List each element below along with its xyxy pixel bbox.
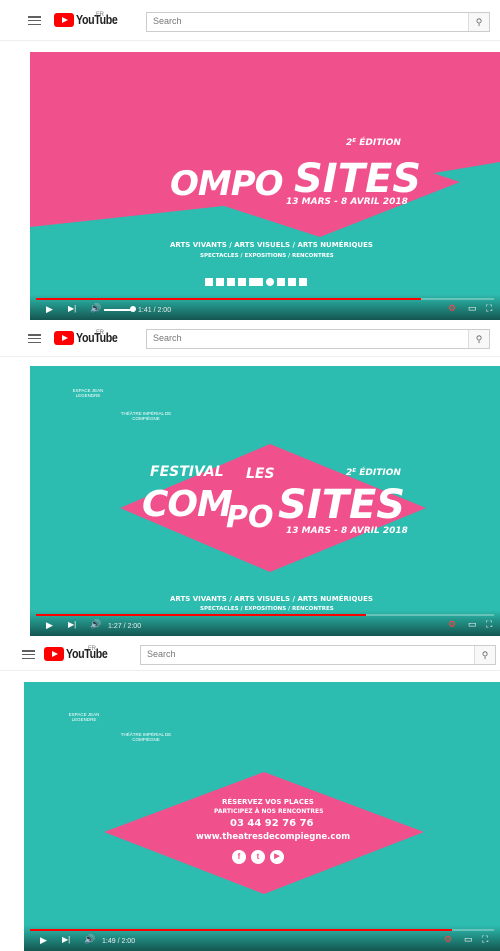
edition-label: 2ᴱ ÉDITION xyxy=(346,138,401,148)
settings-icon[interactable]: ⚙ xyxy=(448,303,456,314)
partner-logos xyxy=(205,278,307,286)
youtube-play-icon xyxy=(54,13,74,27)
player-controls: ▶ ▶| 🔊 1:49 / 2:00 ⚙ ▭ ⛶ xyxy=(24,925,500,951)
theater-mode-icon[interactable]: ▭ xyxy=(468,619,477,630)
region-label: FR xyxy=(88,646,96,652)
dates-label: 13 MARS - 8 AVRIL 2018 xyxy=(286,526,408,536)
hamburger-menu-icon[interactable] xyxy=(28,334,41,344)
video-artwork xyxy=(104,772,424,894)
progress-bar[interactable] xyxy=(36,298,494,300)
tagline-primary: ARTS VIVANTS / ARTS VISUELS / ARTS NUMÉR… xyxy=(170,241,373,249)
settings-icon[interactable]: ⚙ xyxy=(448,619,456,630)
screenshot-frame-3: YouTube FR Search ⚲ ESPACE JEAN LEGENDRE… xyxy=(0,638,500,951)
time-display: 1:27 / 2:00 xyxy=(108,623,142,630)
website-url[interactable]: www.theatresdecompiegne.com xyxy=(196,832,350,842)
fullscreen-icon[interactable]: ⛶ xyxy=(482,934,488,945)
masthead: YouTube FR Search ⚲ xyxy=(0,320,500,357)
search-input[interactable]: Search ⚲ xyxy=(140,645,496,665)
logo-espace-jean-legendre: ESPACE JEAN LEGENDRE xyxy=(68,712,100,722)
next-icon[interactable]: ▶| xyxy=(68,304,76,313)
fullscreen-icon[interactable]: ⛶ xyxy=(486,303,492,314)
region-label: FR xyxy=(96,12,104,18)
tagline-secondary: SPECTACLES / EXPOSITIONS / RENCONTRES xyxy=(200,253,334,259)
volume-slider[interactable] xyxy=(104,309,132,311)
logo-theatre-imperial: THÉÂTRE IMPÉRIAL DE COMPIÈGNE xyxy=(120,411,172,421)
edition-label: 2ᴱ ÉDITION xyxy=(346,468,401,478)
region-label: FR xyxy=(96,330,104,336)
theater-mode-icon[interactable]: ▭ xyxy=(464,934,473,945)
search-input[interactable]: Search ⚲ xyxy=(146,12,490,32)
volume-handle[interactable] xyxy=(130,306,136,312)
player-controls: ▶ ▶| 🔊 1:41 / 2:00 ⚙ ▭ ⛶ xyxy=(30,294,500,320)
facebook-icon[interactable]: f xyxy=(232,850,246,864)
fullscreen-icon[interactable]: ⛶ xyxy=(486,619,492,630)
progress-bar[interactable] xyxy=(36,614,494,616)
screenshot-frame-1: YouTube FR Search ⚲ 2ᴱ ÉDITION OMPO SITE… xyxy=(0,0,500,320)
youtube-icon[interactable]: ▶ xyxy=(270,850,284,864)
masthead: YouTube FR Search ⚲ xyxy=(0,0,500,41)
screenshot-frame-2: YouTube FR Search ⚲ ESPACE JEAN LEGENDRE… xyxy=(0,320,500,638)
meetings-label: PARTICIPEZ À NOS RENCONTRES xyxy=(214,808,324,815)
volume-icon[interactable]: 🔊 xyxy=(90,303,101,314)
youtube-play-icon xyxy=(44,647,64,661)
volume-icon[interactable]: 🔊 xyxy=(90,619,101,630)
logo-theatre-imperial: THÉÂTRE IMPÉRIAL DE COMPIÈGNE xyxy=(120,732,172,742)
next-icon[interactable]: ▶| xyxy=(62,935,70,944)
settings-icon[interactable]: ⚙ xyxy=(444,934,452,945)
youtube-logo[interactable]: YouTube xyxy=(54,13,125,27)
title-right: SITES xyxy=(278,482,406,528)
dates-label: 13 MARS - 8 AVRIL 2018 xyxy=(286,197,408,207)
search-icon[interactable]: ⚲ xyxy=(468,13,489,31)
youtube-logo[interactable]: YouTube xyxy=(54,331,125,345)
hamburger-menu-icon[interactable] xyxy=(28,16,41,26)
phone-number: 03 44 92 76 76 xyxy=(230,818,314,829)
les-label: LES xyxy=(246,466,275,482)
player-controls: ▶ ▶| 🔊 1:27 / 2:00 ⚙ ▭ ⛶ xyxy=(30,610,500,636)
play-icon[interactable]: ▶ xyxy=(46,620,53,631)
theater-mode-icon[interactable]: ▭ xyxy=(468,303,477,314)
play-icon[interactable]: ▶ xyxy=(46,304,53,315)
title-right: SITES xyxy=(294,156,422,202)
volume-icon[interactable]: 🔊 xyxy=(84,934,95,945)
reservation-label: RÉSERVEZ VOS PLACES xyxy=(222,798,314,806)
progress-bar[interactable] xyxy=(30,929,494,931)
search-icon[interactable]: ⚲ xyxy=(474,646,495,664)
logo-espace-jean-legendre: ESPACE JEAN LEGENDRE xyxy=(72,388,104,398)
twitter-icon[interactable]: t xyxy=(251,850,265,864)
play-icon[interactable]: ▶ xyxy=(40,935,47,946)
video-player[interactable]: ESPACE JEAN LEGENDRE THÉÂTRE IMPÉRIAL DE… xyxy=(30,366,500,636)
youtube-logo[interactable]: YouTube xyxy=(44,647,115,661)
hamburger-menu-icon[interactable] xyxy=(22,650,35,660)
masthead: YouTube FR Search ⚲ xyxy=(0,638,500,671)
social-icons: f t ▶ xyxy=(232,850,284,864)
title-mid: PO xyxy=(226,500,274,535)
next-icon[interactable]: ▶| xyxy=(68,620,76,629)
search-icon[interactable]: ⚲ xyxy=(468,330,489,348)
tagline-primary: ARTS VIVANTS / ARTS VISUELS / ARTS NUMÉR… xyxy=(170,595,373,603)
time-display: 1:41 / 2:00 xyxy=(138,307,172,314)
youtube-play-icon xyxy=(54,331,74,345)
title-left: OMPO xyxy=(170,164,284,204)
festival-label: FESTIVAL xyxy=(150,464,224,480)
video-player[interactable]: 2ᴱ ÉDITION OMPO SITES 13 MARS - 8 AVRIL … xyxy=(30,52,500,320)
title-left: COM xyxy=(142,484,233,525)
video-player[interactable]: ESPACE JEAN LEGENDRE THÉÂTRE IMPÉRIAL DE… xyxy=(24,682,500,951)
search-input[interactable]: Search ⚲ xyxy=(146,329,490,349)
time-display: 1:49 / 2:00 xyxy=(102,938,136,945)
